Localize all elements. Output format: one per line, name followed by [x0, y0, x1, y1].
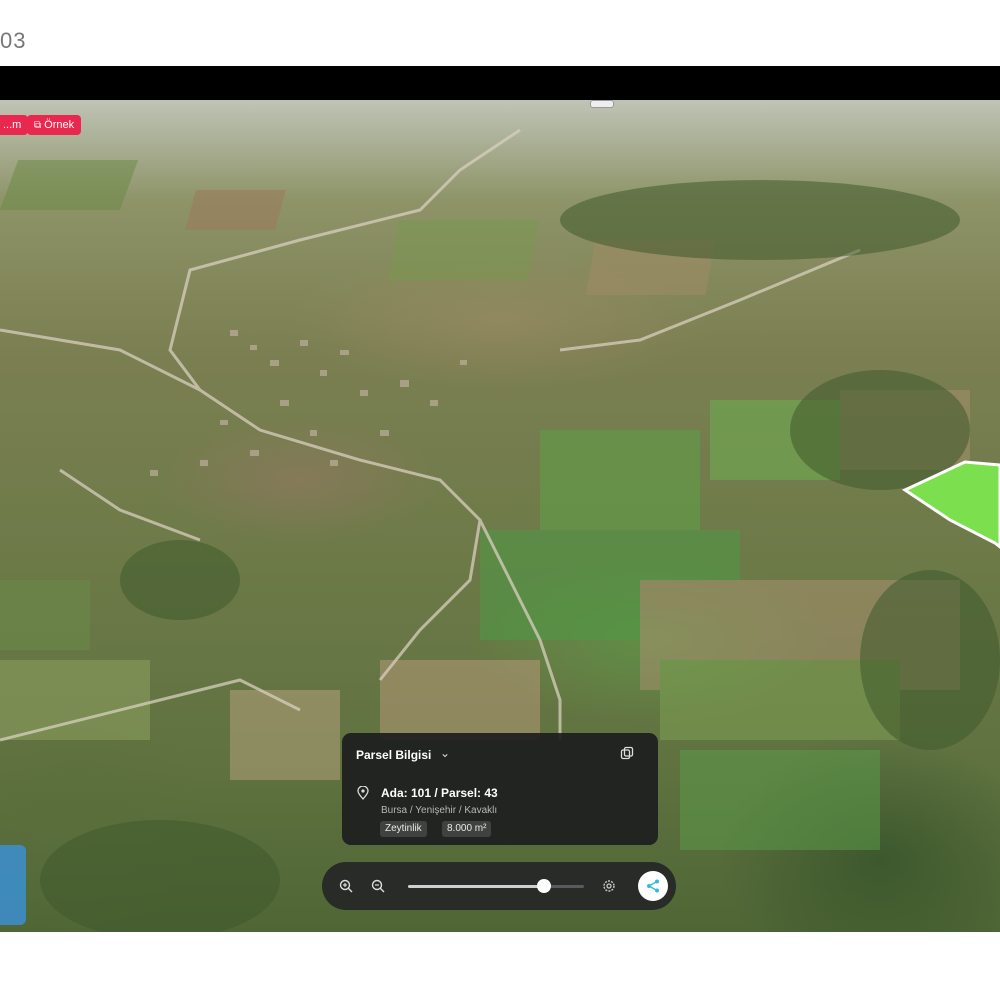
zoom-in-icon — [339, 879, 353, 893]
parcel-location: Bursa / Yenişehir / Kavaklı — [381, 805, 498, 816]
zoom-out-icon — [371, 879, 385, 893]
bottom-margin — [0, 932, 1000, 1000]
zoom-out-button[interactable] — [366, 874, 390, 898]
share-icon — [647, 879, 659, 893]
share-button[interactable] — [638, 871, 668, 901]
area-chip: 8.000 m² — [442, 821, 492, 837]
location-pin-icon — [357, 786, 369, 800]
left-badge-label: ...m — [3, 119, 22, 131]
left-edge-tool[interactable] — [0, 845, 26, 925]
drag-handle[interactable] — [590, 100, 614, 108]
image-icon: ⧉ — [34, 120, 42, 131]
parcel-number: Ada: 101 / Parsel: 43 — [381, 786, 498, 800]
ornek-badge-label: Örnek — [44, 119, 75, 131]
zoom-slider[interactable] — [408, 879, 584, 893]
zoom-in-button[interactable] — [334, 874, 358, 898]
chevron-down-icon[interactable]: ⌄ — [440, 746, 450, 760]
image-counter-label: 03 — [0, 28, 27, 53]
copy-icon[interactable] — [620, 746, 634, 760]
map-toolbar — [322, 862, 676, 910]
land-type-chip: Zeytinlik — [380, 821, 427, 837]
ornek-badge[interactable]: ⧉ Örnek — [27, 115, 82, 135]
top-black-bar — [0, 66, 1000, 100]
zoom-slider-fill — [408, 885, 544, 888]
zoom-slider-thumb[interactable] — [536, 879, 551, 893]
card-title[interactable]: Parsel Bilgisi — [356, 748, 431, 762]
settings-button[interactable] — [597, 874, 621, 898]
parcel-info-card: Parsel Bilgisi ⌄ Ada: 101 / Parsel: 43 B… — [342, 733, 658, 845]
settings-icon — [603, 880, 615, 892]
left-badge[interactable]: ...m — [0, 115, 29, 135]
